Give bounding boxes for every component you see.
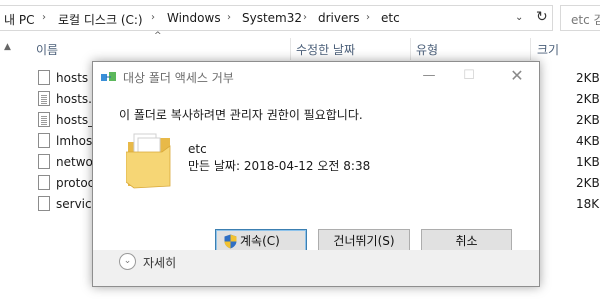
file-size: 18KB (576, 197, 600, 211)
text-file-icon (38, 91, 50, 106)
file-size: 2KB (576, 113, 600, 127)
file-icon (38, 133, 50, 148)
scroll-up-arrow-icon[interactable]: ▲ (4, 42, 11, 52)
file-transfer-icon (101, 72, 116, 81)
dialog-body: 이 폴더로 복사하려면 관리자 권한이 필요합니다. etc 만든 날짜: 20… (93, 92, 539, 254)
file-icon (38, 70, 50, 85)
maximize-icon: ☐ (463, 68, 475, 83)
column-divider[interactable] (290, 38, 291, 60)
breadcrumb-separator-icon[interactable]: › (303, 12, 307, 23)
column-header-modified[interactable]: 수정한 날짜 (296, 41, 355, 58)
breadcrumb-etc[interactable]: etc (381, 11, 400, 25)
close-icon[interactable]: ✕ (497, 64, 537, 90)
file-name: hosts (56, 71, 89, 85)
breadcrumb-separator-icon[interactable]: › (42, 12, 46, 23)
column-divider[interactable] (530, 38, 531, 60)
details-toggle[interactable]: 자세히 (143, 254, 176, 271)
address-history-chevron-down-icon[interactable]: ⌄ (515, 12, 523, 23)
file-size: 1KB (576, 155, 600, 169)
uac-shield-icon (224, 234, 237, 249)
breadcrumb-separator-icon[interactable]: › (227, 12, 231, 23)
expand-details-chevron-icon[interactable]: ⌄ (119, 253, 136, 270)
file-size: 2KB (576, 92, 600, 106)
item-created-date: 만든 날짜: 2018-04-12 오전 8:38 (188, 159, 371, 173)
search-placeholder: etc 검 (571, 13, 600, 27)
minimize-icon[interactable]: — (409, 64, 449, 90)
item-name: etc (188, 142, 207, 156)
dialog-title-bar[interactable]: 대상 폴더 액세스 거부 — ☐ ✕ (93, 62, 539, 92)
breadcrumb-separator-icon[interactable]: › (151, 12, 155, 23)
breadcrumb-drivers[interactable]: drivers (318, 11, 360, 25)
dialog-message: 이 폴더로 복사하려면 관리자 권한이 필요합니다. (119, 108, 363, 122)
text-file-icon (38, 112, 50, 127)
column-header-type[interactable]: 유형 (416, 41, 438, 58)
breadcrumb-system32[interactable]: System32 (242, 11, 302, 25)
file-icon (38, 154, 50, 169)
column-header-name[interactable]: 이름 (36, 41, 58, 58)
access-denied-dialog: 대상 폴더 액세스 거부 — ☐ ✕ 이 폴더로 복사하려면 관리자 권한이 필… (92, 61, 540, 287)
column-divider[interactable] (410, 38, 411, 60)
breadcrumb-separator-icon[interactable]: › (366, 12, 370, 23)
breadcrumb-windows[interactable]: Windows (167, 11, 221, 25)
dialog-title: 대상 폴더 액세스 거부 (123, 71, 234, 85)
breadcrumb-local-disk[interactable]: 로컬 디스크 (C:) (58, 11, 143, 28)
refresh-icon[interactable]: ↻ (536, 9, 548, 25)
file-size: 2KB (576, 71, 600, 85)
file-icon (38, 175, 50, 190)
breadcrumb-this-pc[interactable]: 내 PC (4, 11, 34, 28)
file-name: lmhost (56, 134, 97, 148)
folder-icon (126, 133, 171, 189)
file-name: hosts.t (56, 92, 97, 106)
sort-ascending-icon: ^ (154, 31, 162, 41)
file-name: protoc (56, 176, 95, 190)
file-size: 2KB (576, 176, 600, 190)
address-bar[interactable]: 내 PC › 로컬 디스크 (C:) › Windows › System32 … (0, 5, 553, 31)
file-size: 4KB (576, 134, 600, 148)
dialog-footer: ⌄ 자세히 (93, 250, 539, 286)
search-input[interactable]: etc 검 (560, 5, 600, 31)
column-header-size[interactable]: 크기 (537, 41, 559, 58)
file-icon (38, 196, 50, 211)
